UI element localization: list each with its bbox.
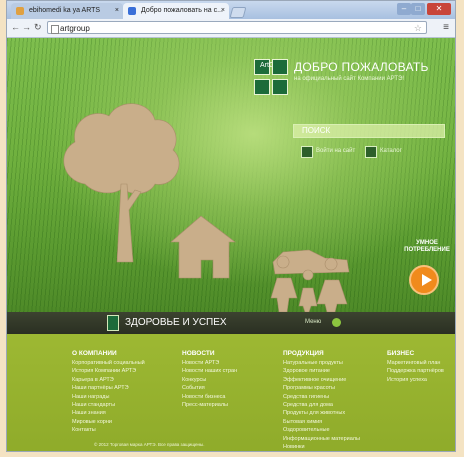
page-icon	[51, 25, 59, 34]
browser-toolbar: ← → ↻ artgroup ☆ ≡	[7, 19, 455, 38]
copyright-text: © 2012 Торговая марка АРТЭ. Все права за…	[94, 442, 205, 447]
section-logo-icon	[107, 315, 119, 331]
footer-link[interactable]: Пресс-материалы	[182, 401, 274, 409]
logo-tile: ArtGr	[254, 59, 277, 75]
section-title: ЗДОРОВЬЕ И УСПЕХ	[125, 317, 227, 328]
smart-consumption-label: УМНОЕ ПОТРЕБЛЕНИЕ	[402, 240, 452, 254]
welcome-subtitle: на официальный сайт Компании АРТЭ!	[294, 76, 405, 82]
footer-link[interactable]: Наши партнёры АРТЭ	[72, 384, 164, 392]
label-line-1: УМНОЕ	[416, 240, 438, 246]
catalog-link[interactable]: Каталог	[380, 148, 402, 154]
footer-link[interactable]: Натуральные продукты	[283, 359, 375, 367]
family-child	[298, 269, 318, 312]
menu-icon[interactable]: ≡	[443, 22, 449, 33]
section-band: ЗДОРОВЬЕ И УСПЕХ Меню	[7, 312, 455, 334]
footer-link[interactable]: Новости наших стран	[182, 367, 274, 375]
new-tab-button[interactable]	[229, 7, 247, 18]
address-text: artgroup	[60, 24, 90, 33]
footer-link[interactable]: История Компании АРТЭ	[72, 367, 164, 375]
footer-link[interactable]: Оздоровительные	[283, 426, 375, 434]
footer-column-products: ПРОДУКЦИЯ Натуральные продукты Здоровое …	[283, 350, 375, 451]
footer-link[interactable]: Маркетинговый план	[387, 359, 455, 367]
menu-link[interactable]: Меню	[305, 319, 321, 325]
footer-link[interactable]: История успеха	[387, 376, 455, 384]
bookmark-star-icon[interactable]: ☆	[414, 22, 422, 35]
play-video-button[interactable]	[409, 265, 439, 295]
footer-link[interactable]: Средства для дома	[283, 401, 375, 409]
footer-link[interactable]: Новости АРТЭ	[182, 359, 274, 367]
footer-link[interactable]: Наши знания	[72, 409, 164, 417]
tree-crown	[63, 103, 180, 194]
footer-link[interactable]: Наши стандарты	[72, 401, 164, 409]
tree-trunk	[116, 183, 142, 263]
welcome-heading: ДОБРО ПОЖАЛОВАТЬ	[294, 60, 429, 74]
footer-link[interactable]: События	[182, 384, 274, 392]
footer-link[interactable]: Бытовая химия	[283, 418, 375, 426]
hero-banner: ArtGr ДОБРО ПОЖАЛОВАТЬ на официальный са…	[7, 38, 455, 312]
address-bar[interactable]: artgroup ☆	[47, 21, 427, 34]
footer-link[interactable]: Информационные материалы	[283, 435, 375, 443]
footer-heading[interactable]: БИЗНЕС	[387, 350, 455, 357]
footer-column-news: НОВОСТИ Новости АРТЭ Новости наших стран…	[182, 350, 274, 409]
footer-link[interactable]: Новости бизнеса	[182, 393, 274, 401]
footer-heading[interactable]: ПРОДУКЦИЯ	[283, 350, 375, 357]
browser-window: ebihomedi ka ya ARTS × Добро пожаловать …	[6, 0, 456, 452]
footer-column-company: О КОМПАНИИ Корпоративный социальный Исто…	[72, 350, 164, 435]
footer-link[interactable]: Конкурсы	[182, 376, 274, 384]
tab-1-label: ebihomedi ka ya ARTS	[29, 7, 101, 14]
footer-link[interactable]: Корпоративный социальный	[72, 359, 164, 367]
footer-link[interactable]: Продукты для животных	[283, 409, 375, 417]
footer-link[interactable]: Средства гигиены	[283, 393, 375, 401]
site-footer: О КОМПАНИИ Корпоративный социальный Исто…	[7, 334, 455, 451]
page-icon	[16, 7, 24, 15]
tab-1[interactable]: ebihomedi ka ya ARTS ×	[11, 3, 123, 19]
menu-arrow-icon[interactable]	[332, 318, 341, 327]
minimize-button[interactable]: –	[397, 3, 411, 15]
footer-link[interactable]: Контакты	[72, 426, 164, 434]
close-tab-icon[interactable]: ×	[115, 3, 119, 19]
close-window-button[interactable]: ✕	[427, 3, 451, 15]
maximize-button[interactable]: □	[411, 3, 425, 15]
footer-link[interactable]: Программы красоты	[283, 384, 375, 392]
back-icon[interactable]: ←	[11, 22, 20, 32]
footer-heading[interactable]: НОВОСТИ	[182, 350, 274, 357]
footer-link[interactable]: Наши награды	[72, 393, 164, 401]
house	[170, 215, 236, 279]
forward-icon[interactable]: →	[22, 22, 31, 32]
tab-bar: ebihomedi ka ya ARTS × Добро пожаловать …	[7, 1, 455, 19]
close-tab-icon[interactable]: ×	[221, 3, 225, 19]
footer-link[interactable]: Эффективное очищение	[283, 376, 375, 384]
footer-link[interactable]: Новинки	[283, 443, 375, 451]
label-line-2: ПОТРЕБЛЕНИЕ	[404, 247, 450, 253]
footer-column-business: БИЗНЕС Маркетинговый план Поддержка парт…	[387, 350, 455, 384]
reload-icon[interactable]: ↻	[34, 22, 42, 33]
footer-link[interactable]: Карьера в АРТЭ	[72, 376, 164, 384]
page-icon	[128, 7, 136, 15]
footer-link[interactable]: Поддержка партнёров	[387, 367, 455, 375]
tab-2[interactable]: Добро пожаловать на с... ×	[123, 3, 229, 19]
footer-link[interactable]: Здоровое питание	[283, 367, 375, 375]
footer-link[interactable]: Мировые корни	[72, 418, 164, 426]
logo-tile	[272, 59, 288, 75]
cardboard-family-illustration	[63, 103, 350, 312]
tab-2-label: Добро пожаловать на с...	[141, 7, 223, 14]
footer-heading[interactable]: О КОМПАНИИ	[72, 350, 164, 357]
